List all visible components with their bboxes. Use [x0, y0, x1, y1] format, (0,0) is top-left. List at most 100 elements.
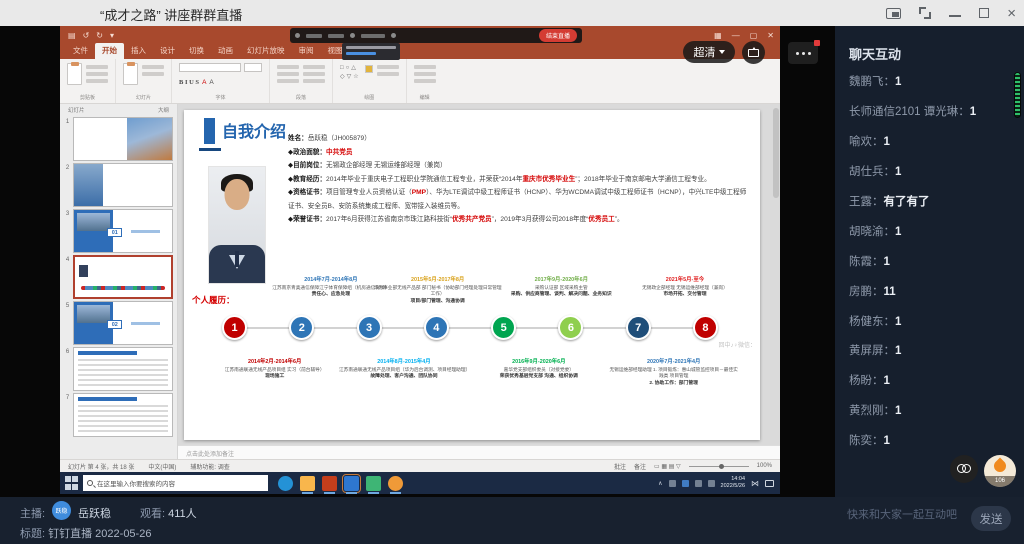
- view-buttons[interactable]: ▭ ▦ ▤ ▽: [654, 463, 681, 470]
- ppt-restore-icon[interactable]: ▢: [750, 31, 758, 40]
- current-slide[interactable]: 自我介绍 姓名：岳跃稳（JH005879） ◆政治面貌：中共党员 ◆目前岗位：无…: [184, 110, 760, 440]
- slide-thumbnail-2[interactable]: 2: [62, 163, 173, 207]
- stream-title: 标题: 钉钉直播 2022-05-26: [20, 525, 151, 541]
- slide-title: 自我介绍: [222, 118, 286, 142]
- taskbar-app-powerpoint-icon[interactable]: [322, 476, 337, 491]
- save-icon[interactable]: ▤: [68, 31, 76, 40]
- slide-thumbnail-4-selected[interactable]: 4: [62, 255, 173, 299]
- live-control-bar[interactable]: 结束直播: [290, 28, 582, 43]
- timeline-node: 7: [626, 315, 651, 340]
- ppt-ribbon-tab[interactable]: 插入: [124, 43, 153, 59]
- tray-chat-icon[interactable]: [765, 480, 774, 487]
- screen-share-video[interactable]: ▤ ↺ ↻ ▾ ▦ — ▢ ✕ 文件开始插入设计切换动画幻灯片放映审阅视图帮助: [60, 26, 780, 494]
- share-link-button[interactable]: [950, 455, 978, 483]
- font-size-box[interactable]: [244, 63, 262, 72]
- end-live-button[interactable]: 结束直播: [539, 29, 577, 42]
- more-options-button[interactable]: [788, 42, 818, 64]
- chat-message: 陈奕：1: [849, 434, 1018, 449]
- ppt-ribbon-tab[interactable]: 开始: [95, 43, 124, 59]
- timeline-entry-bottom: 2016年9月-2020年6月 嘉华党支部组织委员（对接党委） 荣获优秀基层党支…: [474, 358, 604, 381]
- tray-icon-1[interactable]: [669, 480, 676, 487]
- send-button[interactable]: 发送: [971, 506, 1011, 531]
- tray-icon-2[interactable]: [682, 480, 689, 487]
- undo-icon[interactable]: ↺: [83, 31, 90, 40]
- ribbon-options-icon[interactable]: ▦: [714, 31, 722, 40]
- shapes-icon[interactable]: □○△◇▽☆: [340, 64, 361, 82]
- chat-input[interactable]: [845, 508, 960, 522]
- ribbon-group-paragraph[interactable]: 段落: [270, 59, 333, 103]
- timeline-node: 3: [357, 315, 382, 340]
- ribbon-group-clipboard[interactable]: 剪贴板: [60, 59, 116, 103]
- ribbon-group-drawing[interactable]: □○△◇▽☆ 绘图: [333, 59, 407, 103]
- close-icon[interactable]: ×: [1007, 6, 1016, 21]
- slide-thumbnail-5[interactable]: 5 02: [62, 301, 173, 345]
- language-status[interactable]: 中文(中国): [148, 462, 176, 471]
- host-name: 岳跃稳: [78, 505, 111, 521]
- slide-thumbnail-3[interactable]: 3 01: [62, 209, 173, 253]
- ribbon-group-font[interactable]: B I U SAA 字体: [172, 59, 270, 103]
- timeline-node: 2: [289, 315, 314, 340]
- viewer-count: 观看: 411人: [140, 505, 197, 521]
- font-style-buttons[interactable]: B I U SAA: [179, 79, 214, 86]
- like-button[interactable]: 106: [984, 455, 1016, 487]
- quality-selector[interactable]: 超清: [683, 41, 735, 63]
- minimize-icon[interactable]: [949, 15, 961, 17]
- taskbar-clock[interactable]: 14:042022/5/26: [721, 476, 745, 490]
- ribbon-group-slides[interactable]: 幻灯片: [116, 59, 172, 103]
- ppt-ribbon-tab[interactable]: 设计: [153, 43, 182, 59]
- tray-icon-3[interactable]: [695, 480, 702, 487]
- taskbar-app-explorer-icon[interactable]: [300, 476, 315, 491]
- cast-button[interactable]: [742, 41, 765, 64]
- paste-icon[interactable]: [67, 63, 82, 85]
- accessibility-status[interactable]: 辅助功能: 调查: [190, 462, 229, 471]
- system-tray[interactable]: ∧ 14:042022/5/26 ⋈: [658, 476, 774, 490]
- zoom-slider[interactable]: [689, 466, 749, 467]
- notes-pane[interactable]: 点击此处添加备注: [178, 445, 780, 459]
- tray-network-icon[interactable]: [708, 480, 715, 487]
- start-button-icon[interactable]: [65, 476, 79, 490]
- fullscreen-icon[interactable]: [919, 7, 931, 19]
- new-slide-icon[interactable]: [123, 63, 138, 85]
- slide-thumbnail-6[interactable]: 6: [62, 347, 173, 391]
- ribbon-group-editing[interactable]: 编辑: [407, 59, 443, 103]
- chat-message: 魏鹏飞：1: [849, 75, 1018, 90]
- slide-thumbnail-1[interactable]: 1: [62, 117, 173, 161]
- taskbar-app-browser-icon[interactable]: [278, 476, 293, 491]
- tray-chevron-icon[interactable]: ∧: [658, 480, 662, 487]
- taskbar-app-orange-icon[interactable]: [388, 476, 403, 491]
- customize-qat-icon[interactable]: ▾: [110, 31, 114, 40]
- chat-message: 杨盼：1: [849, 374, 1018, 389]
- shape-fill-icon[interactable]: [365, 65, 373, 73]
- editor-scrollbar[interactable]: [773, 108, 779, 198]
- thumb-panel-outline-label[interactable]: 大纲: [158, 106, 169, 114]
- slide-thumbnail-7[interactable]: 7: [62, 393, 173, 437]
- zoom-level[interactable]: 100%: [757, 463, 772, 469]
- timeline-entry-bottom: 2020年7月-2021年4月 无锡运维部经理助理 1. 项目锻炼：惠山城管监控…: [609, 358, 739, 387]
- host-avatar[interactable]: 跃稳: [52, 501, 71, 520]
- ppt-ribbon-tab[interactable]: 审阅: [292, 43, 321, 59]
- timeline-entry-bottom: 2014年2月-2014年6月 江苏南通联通无线产品项目组 实习（前台辅导） 现…: [210, 358, 340, 381]
- live-stream-window: “成才之路” 讲座群群直播 × ▤ ↺ ↻ ▾ ▦ — ▢: [0, 0, 1024, 544]
- chevron-down-icon: [719, 50, 725, 54]
- taskbar-app-wechat-icon[interactable]: [366, 476, 381, 491]
- ppt-ribbon-tab[interactable]: 幻灯片放映: [240, 43, 292, 59]
- ppt-ribbon-tab[interactable]: 文件: [66, 43, 95, 59]
- chat-message-list[interactable]: 魏鹏飞：1 长师通信2101 谭光琳：1 喻欢：1 胡仕兵：1 王露：有了有了: [835, 63, 1024, 449]
- live-status-icon: [295, 33, 300, 38]
- tray-projection-icon[interactable]: ⋈: [751, 479, 759, 488]
- ppt-close-icon[interactable]: ✕: [767, 31, 774, 40]
- taskbar-app-dingtalk-icon[interactable]: [344, 476, 359, 491]
- notes-button[interactable]: 备注: [634, 462, 646, 471]
- maximize-icon[interactable]: [979, 8, 989, 18]
- ppt-minimize-icon[interactable]: —: [732, 31, 740, 40]
- live-tooltip: [342, 43, 400, 60]
- comments-button[interactable]: 批注: [614, 462, 626, 471]
- redo-icon[interactable]: ↻: [96, 31, 103, 40]
- taskbar-search-input[interactable]: 在这里输入你要搜索的内容: [83, 475, 268, 491]
- picture-in-picture-icon[interactable]: [886, 8, 901, 19]
- font-name-box[interactable]: [179, 63, 241, 72]
- thumb-panel-slides-label[interactable]: 幻灯片: [68, 106, 85, 114]
- chat-scrollbar[interactable]: [1014, 72, 1021, 118]
- ppt-ribbon-tab[interactable]: 动画: [211, 43, 240, 59]
- ppt-ribbon-tab[interactable]: 切换: [182, 43, 211, 59]
